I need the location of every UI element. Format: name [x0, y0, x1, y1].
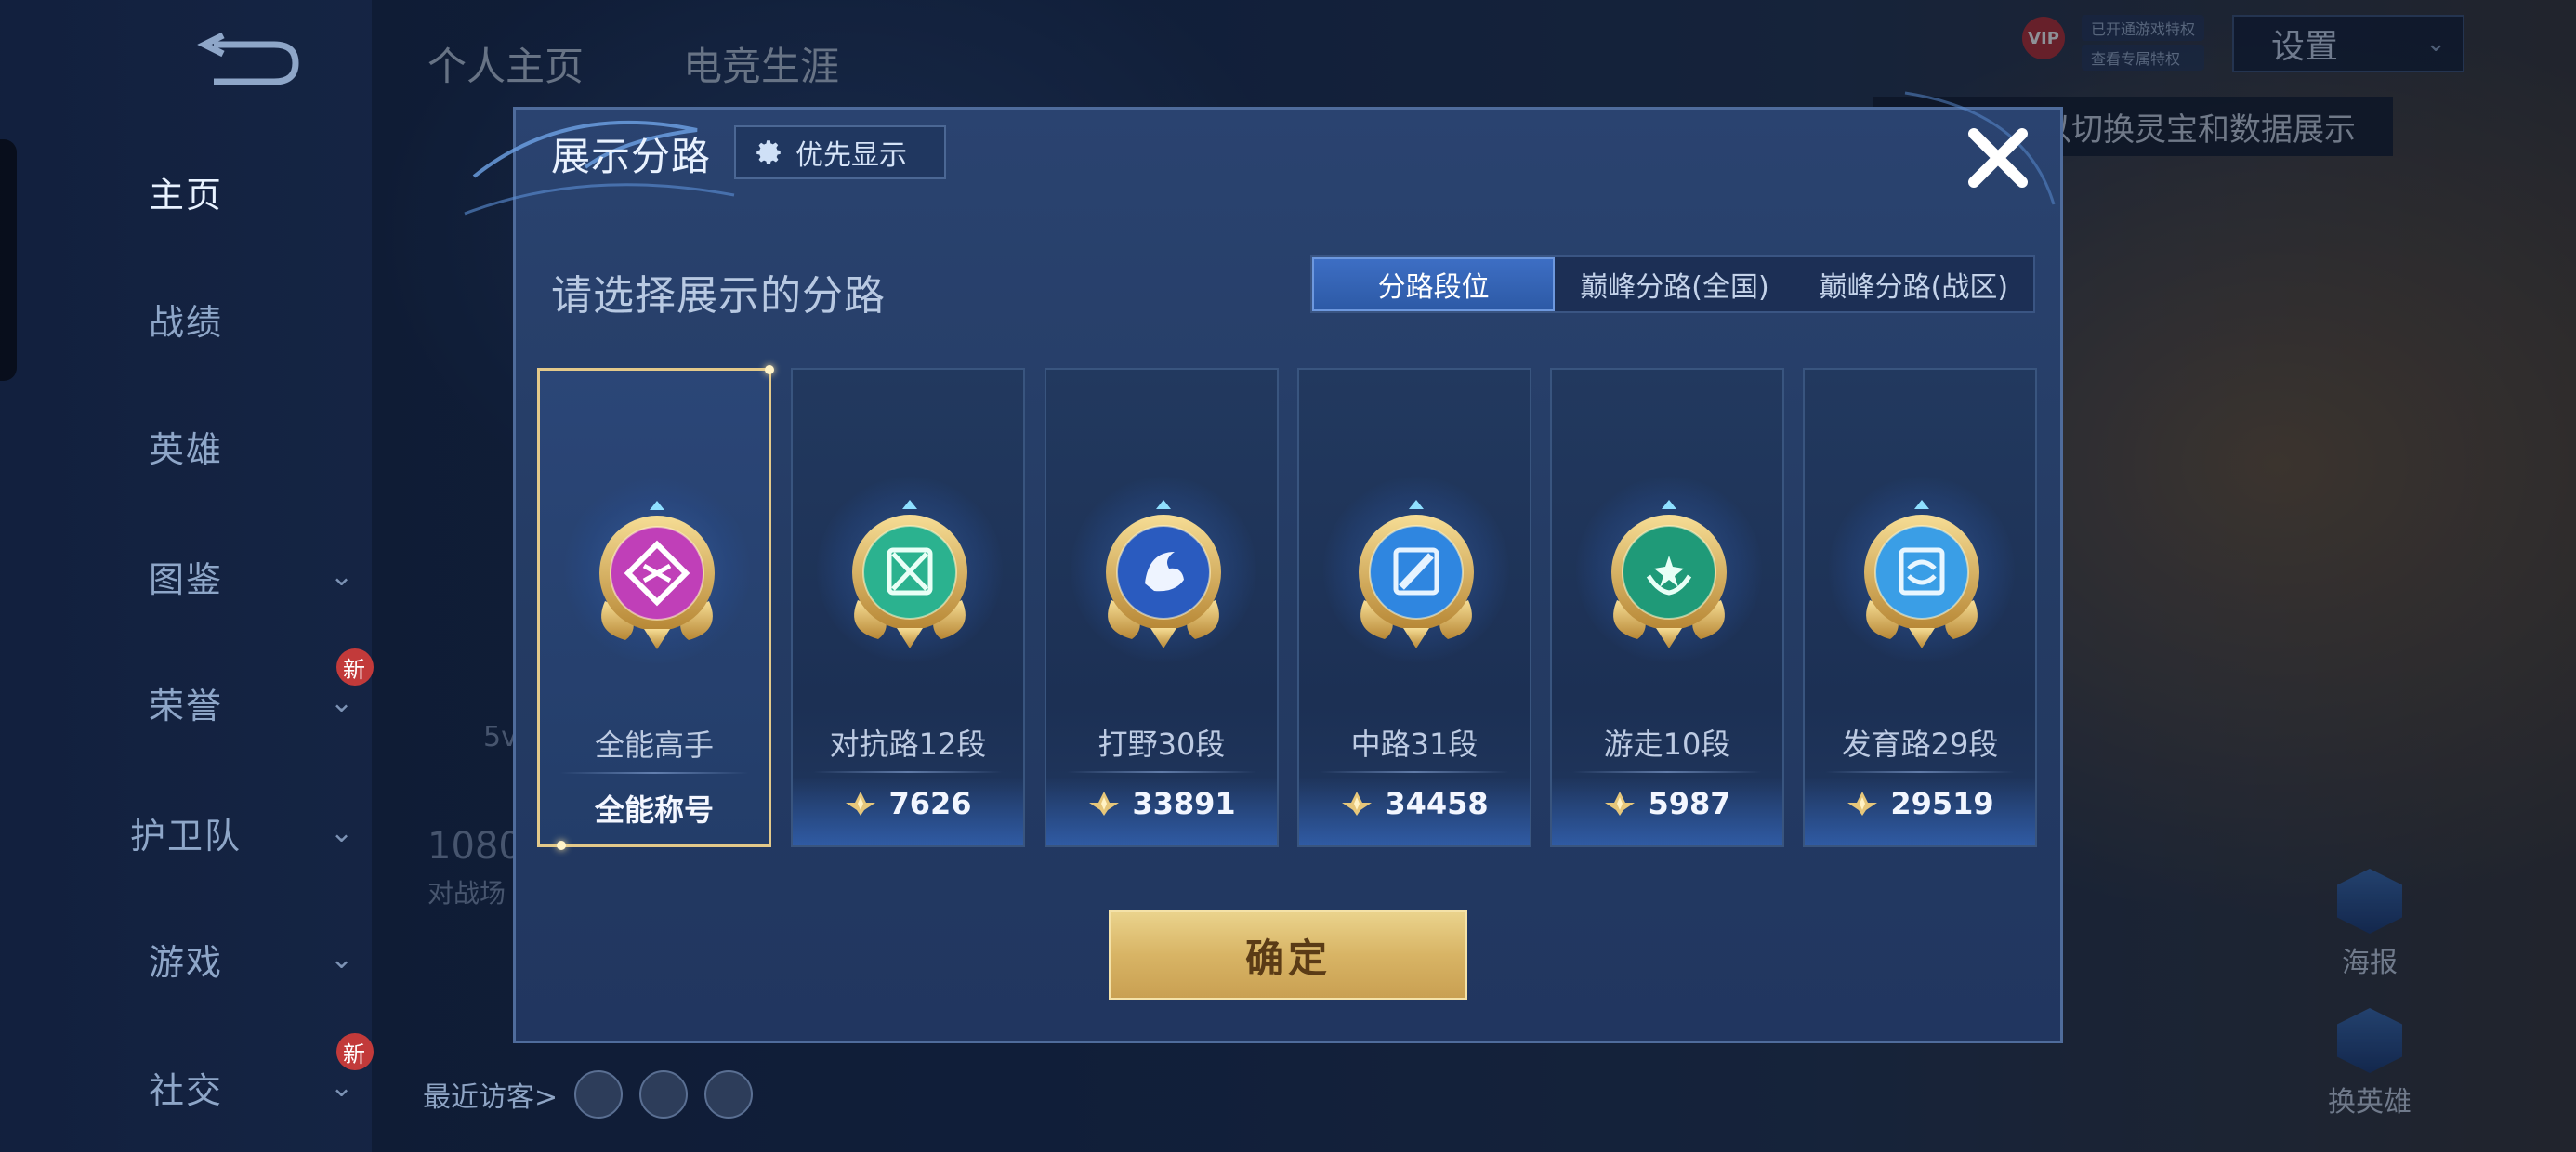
nav-item-label: 图鉴 — [148, 558, 223, 600]
chevron-down-icon: ⌄ — [330, 1070, 356, 1104]
nav-item[interactable]: 英雄 — [0, 418, 372, 474]
nav-item[interactable]: 护卫队 ⌄ — [0, 805, 372, 860]
chevron-down-icon: ⌄ — [330, 559, 356, 593]
chevron-down-icon: ⌄ — [330, 816, 356, 849]
priority-display-button[interactable]: 优先显示 — [734, 125, 946, 179]
nav-item[interactable]: 战绩 — [0, 291, 372, 347]
peak-score: 7626 — [793, 786, 1023, 821]
lane-name: 对抗路12段 — [829, 727, 987, 762]
lane-card[interactable]: 全能高手 全能称号 — [537, 365, 774, 850]
close-icon[interactable] — [1961, 121, 2035, 195]
peak-score-value: 29519 — [1890, 786, 1994, 821]
nav-item-label: 战绩 — [148, 301, 223, 343]
peak-score-value: 5987 — [1648, 786, 1731, 821]
divider — [1572, 771, 1762, 773]
tab-lane-view[interactable]: 巅峰分路(全国) — [1555, 257, 1794, 311]
recent-visitors-label: 最近访客> — [423, 1081, 559, 1114]
nav-item-label: 主页 — [148, 174, 223, 216]
nav-item-label: 社交 — [148, 1069, 223, 1111]
select-lane-prompt: 请选择展示的分路 — [551, 272, 886, 320]
peak-points-icon — [1605, 792, 1636, 816]
divider — [1825, 771, 2015, 773]
clash-lane-badge-icon — [852, 500, 967, 648]
lane-tabs: 分路段位 巅峰分路(全国) 巅峰分路(战区) — [1310, 255, 2035, 313]
back-icon[interactable] — [195, 28, 307, 93]
confirm-button[interactable]: 确定 — [1109, 910, 1467, 1000]
lane-card[interactable]: 对抗路12段 7626 — [791, 368, 1025, 847]
tab-lane-view[interactable]: 分路段位 — [1312, 257, 1556, 311]
lane-card[interactable]: 打野30段 33891 — [1045, 368, 1279, 847]
gear-icon — [756, 140, 781, 164]
nav-item-label: 荣誉 — [148, 685, 223, 727]
peak-score: 29519 — [1805, 786, 2035, 821]
chevron-down-icon: ⌄ — [330, 942, 356, 975]
all-round-badge-icon — [599, 501, 715, 649]
lane-name: 全能高手 — [594, 727, 714, 763]
selection-sparkle — [765, 365, 774, 374]
mid-lane-badge-icon — [1359, 500, 1474, 648]
avatar[interactable] — [704, 1070, 754, 1119]
lane-name: 打野30段 — [1097, 727, 1226, 762]
peak-score-value: 33891 — [1132, 786, 1236, 821]
peak-score: 33891 — [1046, 786, 1277, 821]
all-round-title: 全能称号 — [594, 792, 714, 828]
divider — [1320, 771, 1509, 773]
lane-card[interactable]: 发育路29段 29519 — [1803, 368, 2037, 847]
peak-points-icon — [1089, 792, 1120, 816]
new-badge: 新 — [336, 1033, 374, 1070]
nav-item-label: 游戏 — [148, 941, 223, 983]
nav-item[interactable]: 图鉴 ⌄ — [0, 548, 372, 604]
nav-item[interactable]: 荣誉 ⌄ 新 — [0, 648, 374, 730]
lane-name: 中路31段 — [1350, 727, 1479, 762]
lane-name: 发育路29段 — [1841, 727, 1999, 762]
divider — [813, 771, 1003, 773]
avatar[interactable] — [639, 1070, 689, 1119]
nav-item[interactable]: 主页 — [0, 164, 372, 219]
divider — [1067, 771, 1256, 773]
peak-points-icon — [846, 792, 876, 816]
selection-sparkle — [557, 841, 566, 850]
chevron-down-icon: ⌄ — [330, 686, 356, 719]
tab-lane-view[interactable]: 巅峰分路(战区) — [1794, 257, 2033, 311]
nav-item[interactable]: 游戏 ⌄ — [0, 931, 372, 987]
peak-score-value: 7626 — [888, 786, 972, 821]
farm-lane-badge-icon — [1864, 500, 1979, 648]
avatar[interactable] — [574, 1070, 624, 1119]
nav-item[interactable]: 社交 ⌄ 新 — [0, 1033, 374, 1115]
nav-item-label: 英雄 — [148, 428, 223, 470]
modal-title: 展示分路 — [551, 134, 712, 179]
peak-score-value: 34458 — [1385, 786, 1489, 821]
peak-score: 34458 — [1299, 786, 1530, 821]
lane-card[interactable]: 游走10段 5987 — [1550, 368, 1784, 847]
nav-item-label: 护卫队 — [129, 815, 242, 857]
roam-badge-icon — [1611, 500, 1727, 648]
lane-card[interactable]: 中路31段 34458 — [1297, 368, 1531, 847]
recent-visitors[interactable]: 最近访客> — [423, 1070, 754, 1119]
peak-points-icon — [1847, 792, 1878, 816]
peak-score: 5987 — [1552, 786, 1782, 821]
new-badge: 新 — [336, 648, 374, 686]
lane-name: 游走10段 — [1603, 727, 1731, 762]
divider — [560, 772, 748, 774]
peak-points-icon — [1342, 792, 1373, 816]
priority-display-label: 优先显示 — [795, 139, 907, 172]
jungle-badge-icon — [1106, 500, 1221, 648]
